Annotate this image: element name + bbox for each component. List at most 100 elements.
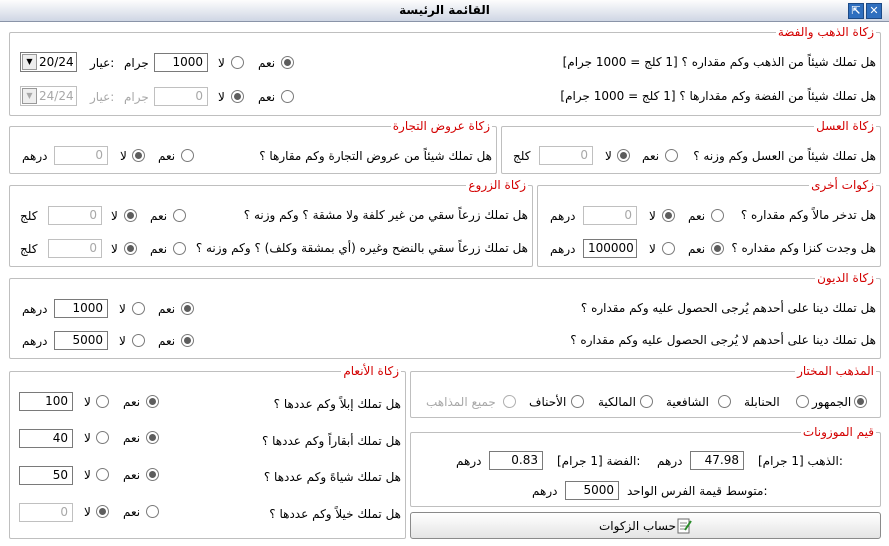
madhab-hanbali-label: الحنابلة xyxy=(744,395,780,409)
madhab-hanafi-radio[interactable] xyxy=(571,395,584,408)
camels-yes-radio[interactable] xyxy=(146,395,159,408)
crops-rain-amount-input[interactable]: 0 xyxy=(48,206,102,225)
camels-yes-label: نعم xyxy=(123,395,141,409)
trade-unit-label: درهم xyxy=(22,149,48,163)
weights-legend: قيم الموزونات xyxy=(800,425,876,439)
title-bar: ⇱ ✕ القائمة الرئيسة xyxy=(0,0,889,22)
debt-recoverable-no-radio[interactable] xyxy=(132,302,145,315)
madhab-hanafi-label: الأحناف xyxy=(529,395,567,409)
gold-gram-label: جرام xyxy=(124,56,149,70)
horses-no-radio[interactable] xyxy=(96,505,109,518)
silver-no-radio[interactable] xyxy=(231,90,244,103)
horses-question: هل تملك خيلاً وكم عددها ؟ xyxy=(269,507,401,521)
crops-irrigated-yes-radio[interactable] xyxy=(173,242,186,255)
silver-price-unit: درهم xyxy=(456,454,482,468)
cows-count-input[interactable]: 40 xyxy=(19,429,73,448)
calculate-zakat-button[interactable]: حساب الزكوات xyxy=(410,512,881,539)
crops-irrigated-no-radio[interactable] xyxy=(124,242,137,255)
sheep-count-input[interactable]: 50 xyxy=(19,466,73,485)
honey-yes-radio[interactable] xyxy=(665,149,678,162)
silver-karat-label: عيار: xyxy=(90,90,115,104)
gold-silver-group: زكاة الذهب والفضة هل تملك شيئاً من الذهب… xyxy=(9,25,881,116)
treasure-no-label: لا xyxy=(649,242,656,256)
sheep-yes-radio[interactable] xyxy=(146,468,159,481)
trade-yes-radio[interactable] xyxy=(181,149,194,162)
livestock-group: زكاة الأنعام هل تملك إبلاً وكم عددها ؟ ن… xyxy=(9,364,406,539)
madhab-jumhur-radio[interactable] xyxy=(854,395,867,408)
horses-count-input[interactable]: 0 xyxy=(19,503,73,522)
sheep-no-radio[interactable] xyxy=(96,468,109,481)
silver-amount-input[interactable]: 0 xyxy=(154,87,208,106)
trade-amount-input[interactable]: 0 xyxy=(54,146,108,165)
gold-price-label: الذهب [1 جرام]: xyxy=(758,454,843,468)
debt-unrecoverable-no-radio[interactable] xyxy=(132,334,145,347)
honey-yes-label: نعم xyxy=(642,149,660,163)
debt-recoverable-no-label: لا xyxy=(119,302,126,316)
horses-yes-radio[interactable] xyxy=(146,505,159,518)
silver-question: هل تملك شيئاً من الفضة وكم مقدارها ؟ [1 … xyxy=(560,89,876,103)
debts-group: زكاة الديون هل تملك دينا على أحدهم يُرجى… xyxy=(9,271,881,359)
crops-rain-no-radio[interactable] xyxy=(124,209,137,222)
crops-irrigated-question: هل تملك زرعاً سقي بالنضح وغيره (أي بمشقة… xyxy=(195,241,528,255)
silver-karat-select[interactable]: ▼ 24/24 xyxy=(20,86,77,106)
main-panel: زكاة الذهب والفضة هل تملك شيئاً من الذهب… xyxy=(0,22,889,546)
gold-price-input[interactable]: 47.98 xyxy=(690,451,744,470)
cows-question: هل تملك أبقاراً وكم عددها ؟ xyxy=(261,434,401,448)
madhab-hanbali-radio[interactable] xyxy=(796,395,809,408)
camels-count-input[interactable]: 100 xyxy=(19,392,73,411)
gold-yes-label: نعم xyxy=(258,56,276,70)
honey-amount-input[interactable]: 0 xyxy=(539,146,593,165)
silver-yes-radio[interactable] xyxy=(281,90,294,103)
horse-value-label: متوسط قيمة الفرس الواحد: xyxy=(627,484,768,498)
camels-no-radio[interactable] xyxy=(96,395,109,408)
livestock-legend: زكاة الأنعام xyxy=(341,364,401,378)
crops-rain-question: هل تملك زرعاً سقي من غير كلفة ولا مشقة ؟… xyxy=(243,208,528,222)
crops-rain-yes-radio[interactable] xyxy=(173,209,186,222)
cows-no-radio[interactable] xyxy=(96,431,109,444)
debt-recoverable-yes-label: نعم xyxy=(158,302,176,316)
horses-yes-label: نعم xyxy=(123,505,141,519)
debt-unrecoverable-yes-radio[interactable] xyxy=(181,334,194,347)
treasure-amount-input[interactable]: 100000 xyxy=(583,239,637,258)
gold-yes-radio[interactable] xyxy=(281,56,294,69)
gold-no-radio[interactable] xyxy=(231,56,244,69)
honey-no-radio[interactable] xyxy=(617,149,630,162)
camels-no-label: لا xyxy=(84,395,91,409)
other-zakat-legend: زكوات أخرى xyxy=(809,178,876,192)
silver-yes-label: نعم xyxy=(258,90,276,104)
cows-yes-radio[interactable] xyxy=(146,431,159,444)
madhab-shafii-radio[interactable] xyxy=(718,395,731,408)
horses-no-label: لا xyxy=(84,505,91,519)
madhab-maliki-radio[interactable] xyxy=(640,395,653,408)
debt-unrecoverable-unit-label: درهم xyxy=(22,334,48,348)
silver-price-input[interactable]: 0.83 xyxy=(489,451,543,470)
crops-irrigated-amount-input[interactable]: 0 xyxy=(48,239,102,258)
chevron-down-icon: ▼ xyxy=(22,54,37,70)
debt-unrecoverable-question: هل تملك دينا على أحدهم لا يُرجى الحصول ع… xyxy=(570,333,876,347)
gold-no-label: لا xyxy=(218,56,225,70)
debt-recoverable-yes-radio[interactable] xyxy=(181,302,194,315)
savings-yes-radio[interactable] xyxy=(711,209,724,222)
savings-no-radio[interactable] xyxy=(662,209,675,222)
madhab-all-radio[interactable] xyxy=(503,395,516,408)
other-zakat-group: زكوات أخرى هل تدخر مالاً وكم مقداره ؟ نع… xyxy=(537,178,881,267)
trade-group: زكاة عروض التجارة هل تملك شيئاً من عروض … xyxy=(9,119,497,174)
savings-no-label: لا xyxy=(649,209,656,223)
horse-value-input[interactable]: 5000 xyxy=(565,481,619,500)
gold-karat-select[interactable]: ▼ 20/24 xyxy=(20,52,77,72)
honey-group: زكاة العسل هل تملك شيئاً من العسل وكم وز… xyxy=(501,119,881,174)
gold-amount-input[interactable]: 1000 xyxy=(154,53,208,72)
debt-unrecoverable-amount-input[interactable]: 5000 xyxy=(54,331,108,350)
treasure-yes-label: نعم xyxy=(688,242,706,256)
treasure-yes-radio[interactable] xyxy=(711,242,724,255)
savings-amount-input[interactable]: 0 xyxy=(583,206,637,225)
debt-recoverable-amount-input[interactable]: 1000 xyxy=(54,299,108,318)
sheep-no-label: لا xyxy=(84,468,91,482)
trade-no-radio[interactable] xyxy=(132,149,145,162)
trade-no-label: لا xyxy=(120,149,127,163)
treasure-no-radio[interactable] xyxy=(662,242,675,255)
calculate-zakat-label: حساب الزكوات xyxy=(599,519,677,533)
crops-legend: زكاة الزروع xyxy=(466,178,528,192)
calculator-icon xyxy=(677,518,692,534)
honey-no-label: لا xyxy=(605,149,612,163)
